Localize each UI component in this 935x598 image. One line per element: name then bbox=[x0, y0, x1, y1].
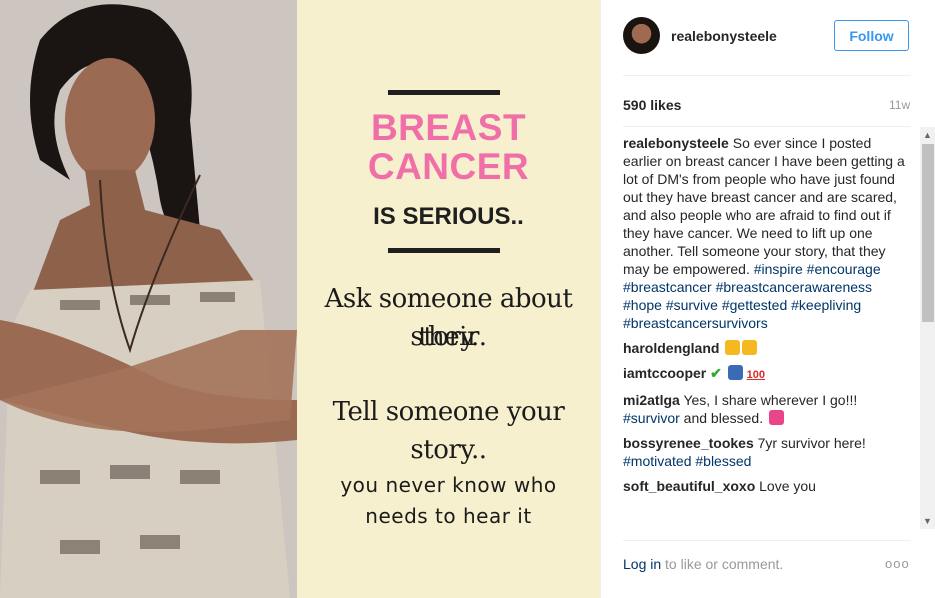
caption-username[interactable]: realebonysteele bbox=[623, 135, 729, 151]
comment-username[interactable]: haroldengland bbox=[623, 340, 719, 356]
quote-line-tell: Tell someone your story.. bbox=[332, 397, 565, 465]
list-item: haroldengland bbox=[623, 339, 913, 357]
headline-breast: BREAST bbox=[370, 107, 527, 148]
scrollbar-thumb[interactable] bbox=[922, 144, 934, 322]
comment-text: 7yr survivor here! bbox=[757, 435, 866, 451]
comment-text: Love you bbox=[759, 478, 816, 494]
quote-card: BREAST CANCER IS SERIOUS.. Ask someone a… bbox=[297, 0, 600, 598]
ribbon-emoji-icon bbox=[768, 410, 784, 425]
comment-hashtag[interactable]: #motivated #blessed bbox=[623, 453, 751, 469]
comment-username[interactable]: mi2atlga bbox=[623, 392, 680, 408]
post-age[interactable]: 11w bbox=[889, 98, 910, 112]
list-item: bossyrenee_tookes 7yr survivor here! #mo… bbox=[623, 434, 913, 470]
headline-is-serious: IS SERIOUS.. bbox=[373, 203, 524, 230]
headline-cancer: CANCER bbox=[367, 146, 530, 187]
caption: realebonysteele So ever since I posted e… bbox=[623, 134, 913, 332]
comment-username[interactable]: soft_beautiful_xoxo bbox=[623, 478, 755, 494]
comment-text: Yes, I share wherever I go!!! bbox=[683, 392, 858, 408]
divider bbox=[623, 126, 911, 127]
woman-photo-illustration bbox=[0, 0, 297, 598]
avatar[interactable] bbox=[623, 17, 660, 54]
login-link[interactable]: Log in bbox=[623, 556, 661, 572]
bottom-divider bbox=[388, 248, 500, 253]
caption-text: So ever since I posted earlier on breast… bbox=[623, 135, 905, 277]
list-item: iamtccooper ✔ 100 bbox=[623, 364, 913, 384]
comment-username[interactable]: bossyrenee_tookes bbox=[623, 435, 754, 451]
post-sidebar: realebonysteele Follow 590 likes 11w rea… bbox=[600, 0, 935, 598]
comments-scrollbar[interactable]: ▲ ▼ bbox=[920, 127, 935, 529]
thumbs-up-emoji-icon bbox=[742, 340, 758, 355]
raised-hands-emoji-icon bbox=[727, 365, 743, 380]
login-prompt: Log in to like or comment. bbox=[623, 556, 783, 572]
hundred-points-emoji-icon: 100 bbox=[746, 369, 766, 381]
scroll-down-arrow-icon[interactable]: ▼ bbox=[923, 516, 932, 526]
quote-line-needs-to-hear: needs to hear it bbox=[365, 504, 532, 528]
post-header: realebonysteele Follow bbox=[601, 0, 935, 74]
list-item: mi2atlga Yes, I share wherever I go!!! #… bbox=[623, 391, 913, 427]
top-divider bbox=[388, 90, 500, 95]
comment-hashtag[interactable]: #survivor bbox=[623, 410, 680, 426]
comment-text-tail: and blessed. bbox=[679, 410, 764, 426]
like-count[interactable]: 590 likes bbox=[623, 97, 681, 113]
comment-list[interactable]: realebonysteele So ever since I posted e… bbox=[623, 134, 913, 528]
check-mark-emoji-icon: ✔ bbox=[710, 365, 722, 381]
post-media[interactable]: BREAST CANCER IS SERIOUS.. Ask someone a… bbox=[0, 0, 600, 598]
post-photo bbox=[0, 0, 297, 598]
divider bbox=[623, 540, 911, 541]
scroll-up-arrow-icon[interactable]: ▲ bbox=[923, 130, 932, 140]
header-username[interactable]: realebonysteele bbox=[671, 28, 777, 44]
login-prompt-text: to like or comment. bbox=[661, 556, 784, 572]
thumbs-up-emoji-icon bbox=[725, 340, 741, 355]
follow-button[interactable]: Follow bbox=[834, 20, 909, 51]
comment-username[interactable]: iamtccooper bbox=[623, 365, 706, 381]
more-options-icon[interactable]: ooo bbox=[885, 556, 910, 571]
quote-line-never-know: you never know who bbox=[340, 473, 557, 497]
quote-line-story: story.. bbox=[410, 322, 487, 352]
list-item: soft_beautiful_xoxo Love you bbox=[623, 477, 913, 495]
divider bbox=[623, 75, 911, 76]
